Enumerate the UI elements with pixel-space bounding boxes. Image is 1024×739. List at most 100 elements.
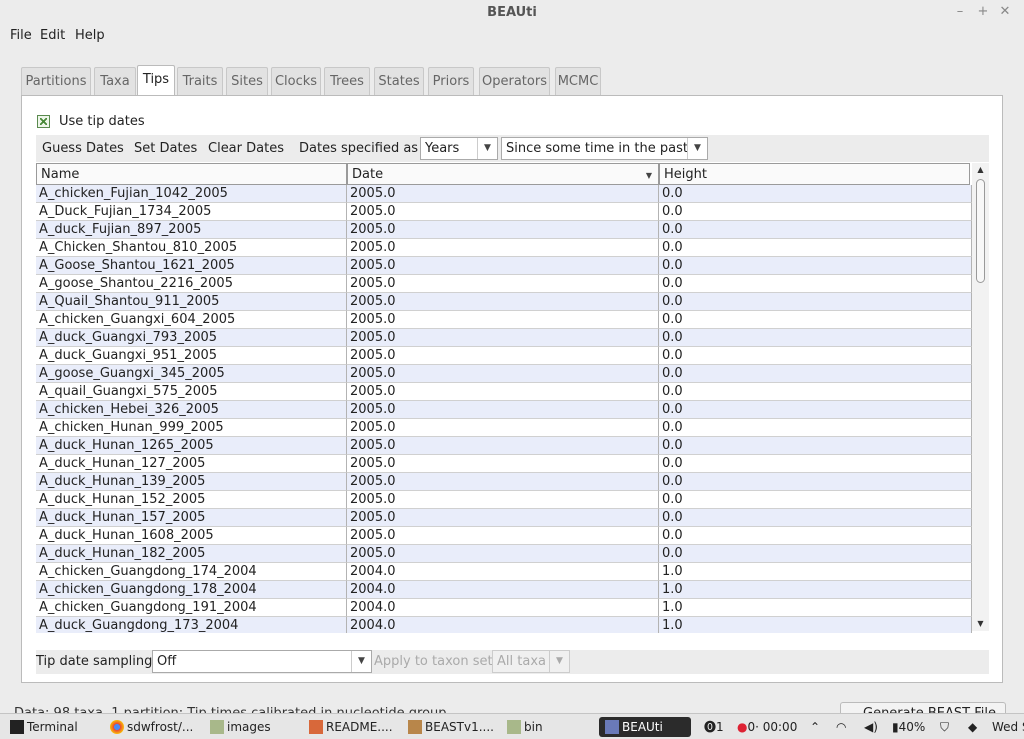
table-row[interactable]: A_chicken_Guangxi_604_2005 2005.0 0.0	[36, 311, 972, 329]
cell-name[interactable]: A_chicken_Guangdong_191_2004	[36, 599, 347, 617]
cell-date[interactable]: 2005.0	[347, 347, 659, 365]
cell-date[interactable]: 2005.0	[347, 239, 659, 257]
table-row[interactable]: A_duck_Hunan_152_2005 2005.0 0.0	[36, 491, 972, 509]
tab-states[interactable]: States	[374, 67, 424, 96]
cell-name[interactable]: A_duck_Guangxi_951_2005	[36, 347, 347, 365]
cell-date[interactable]: 2005.0	[347, 419, 659, 437]
tab-traits[interactable]: Traits	[177, 67, 223, 96]
cell-name[interactable]: A_duck_Fujian_897_2005	[36, 221, 347, 239]
cell-name[interactable]: A_chicken_Guangdong_174_2004	[36, 563, 347, 581]
cell-height[interactable]: 0.0	[659, 401, 972, 419]
table-row[interactable]: A_duck_Hunan_1608_2005 2005.0 0.0	[36, 527, 972, 545]
maximize-icon[interactable]: +	[976, 5, 990, 19]
column-header-name[interactable]: Name	[36, 163, 347, 185]
menu-file[interactable]: File	[10, 28, 32, 43]
minimize-icon[interactable]: –	[953, 5, 967, 19]
cell-date[interactable]: 2005.0	[347, 455, 659, 473]
taskbar-beast[interactable]: BEASTv1....	[408, 717, 494, 737]
taskbar-browser[interactable]: sdwfrost/...	[110, 717, 193, 737]
column-header-height[interactable]: Height	[659, 163, 970, 185]
menu-help[interactable]: Help	[75, 28, 105, 43]
cell-height[interactable]: 1.0	[659, 617, 972, 633]
tab-clocks[interactable]: Clocks	[271, 67, 321, 96]
taskbar-terminal[interactable]: Terminal	[10, 717, 78, 737]
cell-height[interactable]: 0.0	[659, 509, 972, 527]
cell-height[interactable]: 0.0	[659, 329, 972, 347]
cell-height[interactable]: 0.0	[659, 239, 972, 257]
cell-name[interactable]: A_duck_Hunan_157_2005	[36, 509, 347, 527]
cell-date[interactable]: 2005.0	[347, 293, 659, 311]
cell-height[interactable]: 0.0	[659, 527, 972, 545]
cell-date[interactable]: 2005.0	[347, 329, 659, 347]
table-row[interactable]: A_duck_Guangdong_173_2004 2004.0 1.0	[36, 617, 972, 633]
cell-name[interactable]: A_goose_Guangxi_345_2005	[36, 365, 347, 383]
table-row[interactable]: A_Quail_Shantou_911_2005 2005.0 0.0	[36, 293, 972, 311]
cell-height[interactable]: 1.0	[659, 581, 972, 599]
table-row[interactable]: A_duck_Hunan_139_2005 2005.0 0.0	[36, 473, 972, 491]
tab-sites[interactable]: Sites	[226, 67, 268, 96]
table-row[interactable]: A_duck_Guangxi_951_2005 2005.0 0.0	[36, 347, 972, 365]
cell-name[interactable]: A_duck_Hunan_152_2005	[36, 491, 347, 509]
tab-partitions[interactable]: Partitions	[21, 67, 91, 96]
cell-name[interactable]: A_chicken_Hebei_326_2005	[36, 401, 347, 419]
cell-height[interactable]: 0.0	[659, 293, 972, 311]
cell-name[interactable]: A_duck_Hunan_139_2005	[36, 473, 347, 491]
cell-name[interactable]: A_chicken_Hunan_999_2005	[36, 419, 347, 437]
cell-date[interactable]: 2005.0	[347, 527, 659, 545]
cell-height[interactable]: 0.0	[659, 185, 972, 203]
table-row[interactable]: A_Chicken_Shantou_810_2005 2005.0 0.0	[36, 239, 972, 257]
cell-date[interactable]: 2005.0	[347, 437, 659, 455]
cell-name[interactable]: A_chicken_Guangxi_604_2005	[36, 311, 347, 329]
tab-priors[interactable]: Priors	[428, 67, 474, 96]
table-row[interactable]: A_chicken_Fujian_1042_2005 2005.0 0.0	[36, 185, 972, 203]
table-row[interactable]: A_duck_Hunan_1265_2005 2005.0 0.0	[36, 437, 972, 455]
vertical-scrollbar[interactable]: ▲ ▼	[972, 163, 989, 631]
cell-height[interactable]: 0.0	[659, 275, 972, 293]
taskbar-images[interactable]: images	[210, 717, 271, 737]
menu-edit[interactable]: Edit	[40, 28, 65, 43]
cell-height[interactable]: 0.0	[659, 545, 972, 563]
cell-date[interactable]: 2005.0	[347, 311, 659, 329]
table-row[interactable]: A_chicken_Guangdong_178_2004 2004.0 1.0	[36, 581, 972, 599]
clock[interactable]: Wed S	[992, 717, 1024, 737]
cell-name[interactable]: A_Quail_Shantou_911_2005	[36, 293, 347, 311]
cell-height[interactable]: 0.0	[659, 455, 972, 473]
taskbar-beauti[interactable]: BEAUti	[599, 717, 691, 737]
tip-date-sampling-select[interactable]: Off ▼	[152, 650, 372, 673]
alert-indicator[interactable]: ⓿1	[704, 717, 724, 737]
table-row[interactable]: A_chicken_Hunan_999_2005 2005.0 0.0	[36, 419, 972, 437]
table-row[interactable]: A_goose_Shantou_2216_2005 2005.0 0.0	[36, 275, 972, 293]
cell-date[interactable]: 2005.0	[347, 473, 659, 491]
pomodoro-timer[interactable]: ●0· 00:00	[737, 717, 797, 737]
date-direction-select[interactable]: Since some time in the past ▼	[501, 137, 708, 160]
dropbox-icon[interactable]: ◆	[968, 717, 977, 737]
table-row[interactable]: A_duck_Guangxi_793_2005 2005.0 0.0	[36, 329, 972, 347]
cell-date[interactable]: 2005.0	[347, 401, 659, 419]
taskbar-bin[interactable]: bin	[507, 717, 543, 737]
cell-name[interactable]: A_duck_Guangxi_793_2005	[36, 329, 347, 347]
table-row[interactable]: A_duck_Hunan_157_2005 2005.0 0.0	[36, 509, 972, 527]
table-row[interactable]: A_chicken_Guangdong_174_2004 2004.0 1.0	[36, 563, 972, 581]
cell-date[interactable]: 2005.0	[347, 491, 659, 509]
date-units-select[interactable]: Years ▼	[420, 137, 498, 160]
table-row[interactable]: A_duck_Fujian_897_2005 2005.0 0.0	[36, 221, 972, 239]
cell-name[interactable]: A_duck_Hunan_182_2005	[36, 545, 347, 563]
taxon-set-select[interactable]: All taxa ▼	[492, 650, 570, 673]
shield-icon[interactable]: ⛉	[940, 717, 949, 737]
table-row[interactable]: A_chicken_Hebei_326_2005 2005.0 0.0	[36, 401, 972, 419]
close-icon[interactable]: ✕	[998, 5, 1012, 19]
cell-height[interactable]: 0.0	[659, 347, 972, 365]
tab-trees[interactable]: Trees	[324, 67, 370, 96]
volume-icon[interactable]: ◀)	[864, 717, 878, 737]
cell-height[interactable]: 0.0	[659, 257, 972, 275]
tab-operators[interactable]: Operators	[479, 67, 550, 96]
scroll-up-icon[interactable]: ▲	[972, 163, 989, 177]
tab-taxa[interactable]: Taxa	[94, 67, 136, 96]
cell-date[interactable]: 2005.0	[347, 221, 659, 239]
cell-name[interactable]: A_Duck_Fujian_1734_2005	[36, 203, 347, 221]
cell-date[interactable]: 2005.0	[347, 545, 659, 563]
table-row[interactable]: A_duck_Hunan_127_2005 2005.0 0.0	[36, 455, 972, 473]
cell-date[interactable]: 2004.0	[347, 617, 659, 633]
table-row[interactable]: A_Goose_Shantou_1621_2005 2005.0 0.0	[36, 257, 972, 275]
cell-date[interactable]: 2004.0	[347, 599, 659, 617]
